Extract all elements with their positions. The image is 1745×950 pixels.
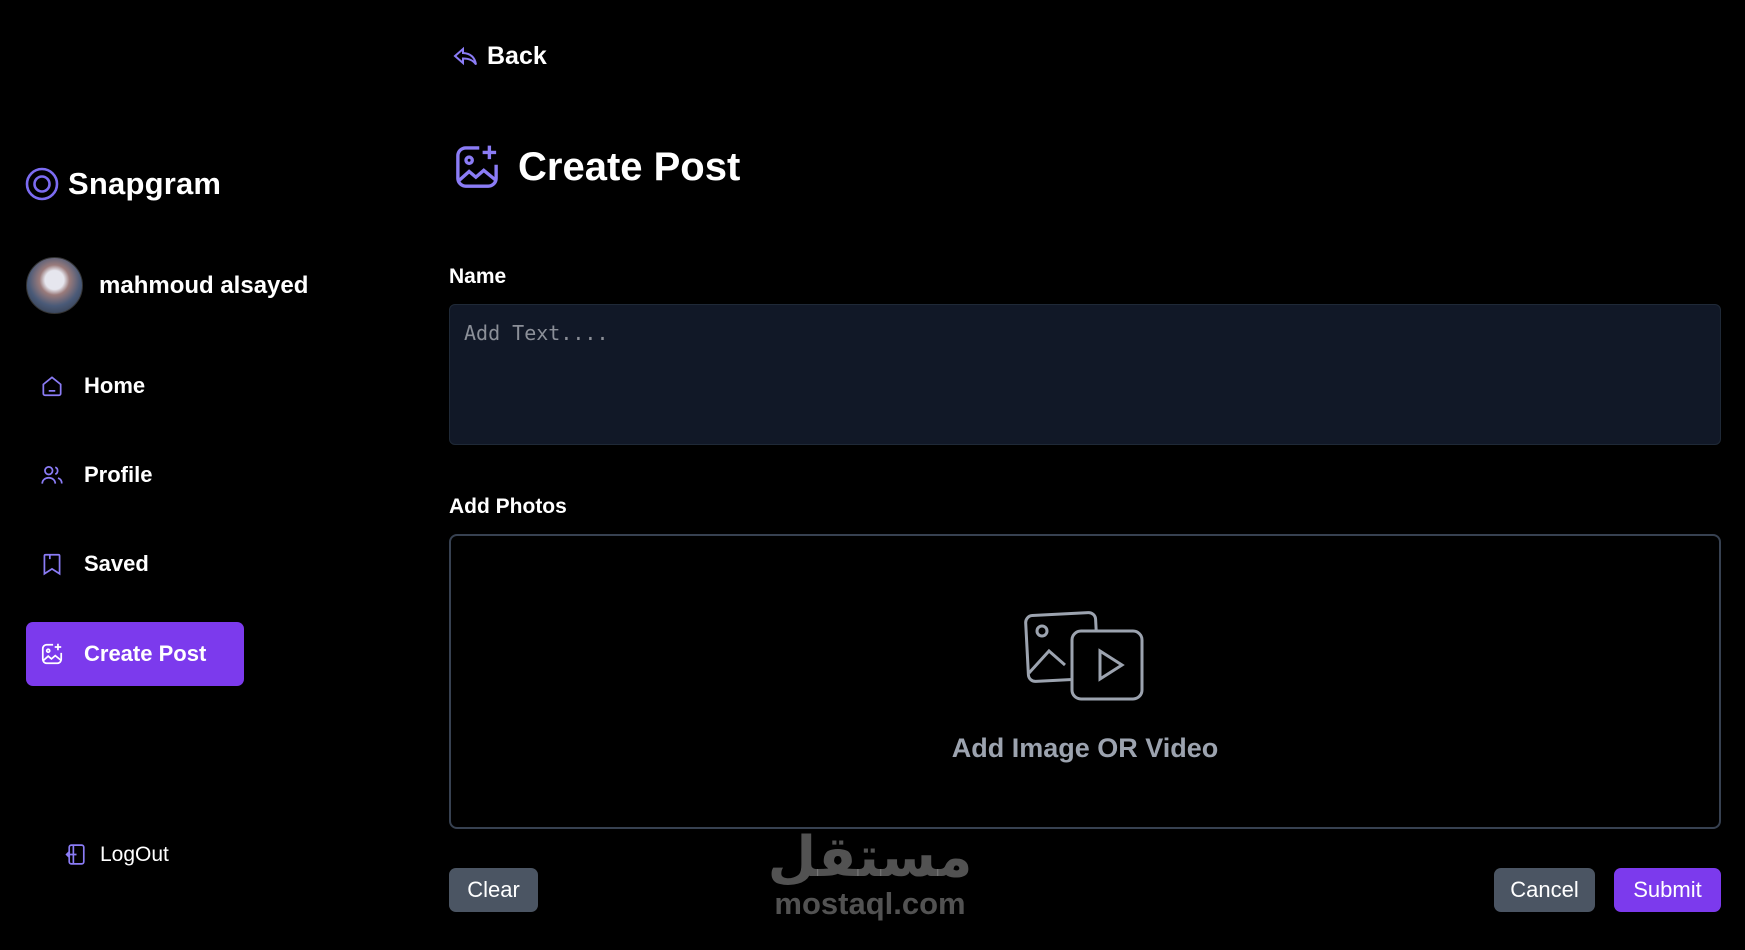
gallery-add-icon [456,145,498,188]
sidebar-item-profile[interactable]: Profile [26,443,244,507]
watermark: مستقل mostaql.com [760,828,980,920]
cancel-button[interactable]: Cancel [1494,868,1595,912]
sidebar-item-label: Home [84,373,146,398]
sidebar-item-home[interactable]: Home [26,354,244,418]
watermark-arabic: مستقل [767,825,973,890]
users-icon [41,466,63,484]
watermark-latin: mostaql.com [774,886,966,921]
snapgram-logo-icon [25,167,59,201]
clear-button[interactable]: Clear [449,868,538,912]
add-photos-label: Add Photos [449,495,567,518]
name-label: Name [449,265,507,288]
name-textarea[interactable] [449,304,1721,445]
page-header: Create Post [450,140,740,194]
user-name: mahmoud alsayed [99,271,309,299]
user-profile-link[interactable]: mahmoud alsayed [26,257,308,314]
submit-button[interactable]: Submit [1614,868,1721,912]
sidebar-item-saved[interactable]: Saved [26,532,244,596]
brand-name: Snapgram [68,166,222,201]
logout-icon [65,844,85,865]
logout-button[interactable]: LogOut [64,842,169,867]
sidebar-item-label: Create Post [84,641,207,666]
page-title: Create Post [518,144,741,189]
gallery-add-icon [41,643,63,665]
sidebar-item-label: Saved [84,551,149,576]
sidebar-item-create-post[interactable]: Create Post [26,622,244,686]
back-button[interactable]: Back [452,42,547,71]
sidebar-item-label: Profile [84,462,153,487]
back-arrow-icon [453,46,477,65]
media-dropzone[interactable]: Add Image OR Video [449,534,1721,829]
logout-label: LogOut [100,842,169,866]
dropzone-text: Add Image OR Video [951,733,1219,763]
image-video-icon [1024,611,1144,701]
avatar [26,257,83,314]
sidebar: Snapgram mahmoud alsayed Home Profile Sa… [0,0,420,950]
home-icon [42,376,62,397]
brand-logo[interactable]: Snapgram [25,166,221,202]
bookmark-icon [43,553,61,576]
back-label: Back [487,42,547,70]
